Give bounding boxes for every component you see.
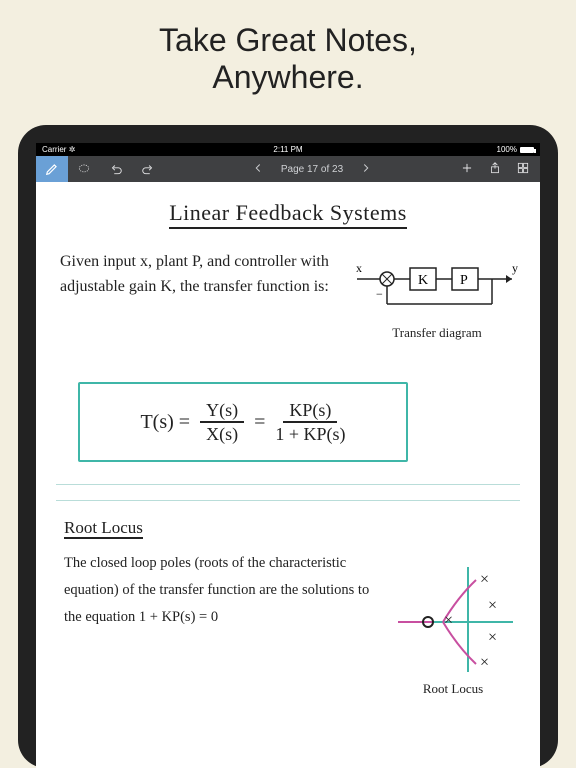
next-page-button[interactable] (359, 161, 373, 178)
transfer-diagram-svg: x K P y − (352, 254, 522, 314)
undo-button[interactable] (100, 156, 132, 182)
rule-line (56, 500, 520, 501)
status-time: 2:11 PM (206, 145, 370, 154)
note-title: Linear Feedback Systems (36, 200, 540, 226)
promo-headline: Take Great Notes, Anywhere. (0, 0, 576, 96)
prev-page-button[interactable] (251, 161, 265, 178)
battery-icon (520, 147, 534, 153)
share-icon (488, 161, 502, 175)
svg-text:×: × (488, 629, 497, 646)
arrow-right-icon (359, 161, 373, 175)
note-canvas[interactable]: Linear Feedback Systems Given input x, p… (36, 182, 540, 768)
promo-headline-line2: Anywhere. (0, 59, 576, 96)
pen-tool-button[interactable] (36, 156, 68, 182)
tablet-frame: Carrier ✲ 2:11 PM 100% (18, 125, 558, 768)
root-locus-caption: Root Locus (388, 681, 518, 697)
app-toolbar: Page 17 of 23 (36, 156, 540, 182)
plus-icon (460, 161, 474, 175)
transfer-equation: T(s) = Y(s) X(s) = KP(s) 1 + KP(s) (78, 382, 408, 462)
redo-icon (141, 162, 155, 176)
svg-text:K: K (418, 273, 428, 288)
undo-icon (109, 162, 123, 176)
status-bar: Carrier ✲ 2:11 PM 100% (36, 143, 540, 156)
promo-headline-line1: Take Great Notes, (0, 22, 576, 59)
page-indicator: Page 17 of 23 (281, 164, 343, 175)
rule-line (56, 484, 520, 485)
svg-text:×: × (480, 654, 489, 671)
svg-text:×: × (488, 597, 497, 614)
lasso-icon (77, 162, 91, 176)
root-locus-diagram: × × × × × Root Locus (388, 562, 518, 697)
pen-icon (45, 162, 59, 176)
transfer-diagram: x K P y − T (352, 254, 522, 341)
svg-text:x: x (356, 261, 362, 275)
root-locus-heading: Root Locus (64, 518, 143, 538)
device-screen: Carrier ✲ 2:11 PM 100% (36, 143, 540, 768)
note-intro-text: Given input x, plant P, and controller w… (60, 250, 330, 300)
status-battery-text: 100% (497, 145, 517, 154)
svg-text:×: × (444, 612, 453, 629)
arrow-left-icon (251, 161, 265, 175)
wifi-icon: ✲ (69, 145, 76, 154)
root-locus-svg: × × × × × (388, 562, 518, 672)
share-button[interactable] (488, 161, 502, 178)
grid-icon (516, 161, 530, 175)
add-button[interactable] (460, 161, 474, 178)
diagram-caption: Transfer diagram (352, 325, 522, 341)
lasso-tool-button[interactable] (68, 156, 100, 182)
status-carrier: Carrier ✲ (42, 145, 206, 154)
root-locus-body: The closed loop poles (roots of the char… (64, 550, 384, 630)
grid-view-button[interactable] (516, 161, 530, 178)
svg-text:×: × (480, 571, 489, 588)
redo-button[interactable] (132, 156, 164, 182)
svg-text:y: y (512, 261, 518, 275)
svg-text:−: − (376, 287, 383, 301)
svg-text:P: P (460, 273, 468, 288)
